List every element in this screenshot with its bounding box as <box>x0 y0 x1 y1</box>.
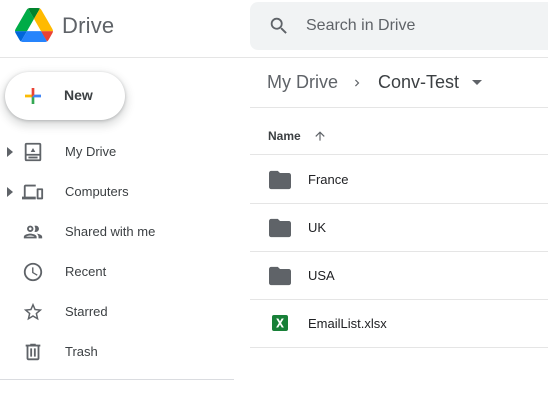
caret-down-icon[interactable] <box>471 79 483 87</box>
top-bar: Drive <box>0 0 548 58</box>
new-button-label: New <box>64 87 93 103</box>
trash-icon <box>25 343 41 361</box>
sidebar-item-label: Starred <box>65 304 108 319</box>
star-icon <box>23 302 43 321</box>
file-name: USA <box>308 268 335 283</box>
folder-icon <box>269 266 291 286</box>
name-column-header[interactable]: Name <box>268 129 301 143</box>
sidebar-item-label: Computers <box>65 184 129 199</box>
chevron-right-icon <box>355 79 360 87</box>
file-row-france[interactable]: France <box>250 156 548 204</box>
new-button[interactable]: New <box>5 72 125 120</box>
breadcrumb-current-folder[interactable]: Conv-Test <box>378 72 459 93</box>
sidebar-item-shared-with-me[interactable]: Shared with me <box>0 214 232 250</box>
search-icon[interactable] <box>268 15 290 37</box>
computers-icon <box>22 184 44 200</box>
shared-icon <box>23 225 43 239</box>
caret-right-icon[interactable] <box>6 187 14 197</box>
file-list-header: Name <box>250 117 548 155</box>
my-drive-icon <box>24 142 42 162</box>
app-title: Drive <box>62 13 115 38</box>
file-row-usa[interactable]: USA <box>250 252 548 300</box>
search-bar[interactable] <box>250 2 548 50</box>
clock-icon <box>23 262 43 282</box>
sidebar-item-trash[interactable]: Trash <box>0 334 232 370</box>
excel-file-icon <box>272 315 288 331</box>
sidebar-item-label: Trash <box>65 344 98 359</box>
sidebar-item-recent[interactable]: Recent <box>0 254 232 290</box>
sort-ascending-icon[interactable] <box>313 128 327 144</box>
drive-logo-icon[interactable] <box>15 8 53 42</box>
breadcrumb: My Drive Conv-Test <box>250 58 548 108</box>
sidebar-item-computers[interactable]: Computers <box>0 174 232 210</box>
file-row-uk[interactable]: UK <box>250 204 548 252</box>
folder-icon <box>269 218 291 238</box>
file-row-emaillist[interactable]: EmailList.xlsx <box>250 300 548 348</box>
sidebar-item-starred[interactable]: Starred <box>0 294 232 330</box>
file-name: EmailList.xlsx <box>308 316 387 331</box>
sidebar-divider <box>0 379 234 380</box>
caret-right-icon[interactable] <box>6 147 14 157</box>
sidebar-item-label: Recent <box>65 264 107 279</box>
breadcrumb-root[interactable]: My Drive <box>267 72 338 93</box>
search-input[interactable] <box>306 14 546 38</box>
plus-icon <box>25 88 41 104</box>
file-name: UK <box>308 220 327 235</box>
sidebar-item-label: My Drive <box>65 144 117 159</box>
sidebar-item-label: Shared with me <box>65 224 156 239</box>
folder-icon <box>269 170 291 190</box>
file-name: France <box>308 172 349 187</box>
sidebar-item-my-drive[interactable]: My Drive <box>0 134 232 170</box>
